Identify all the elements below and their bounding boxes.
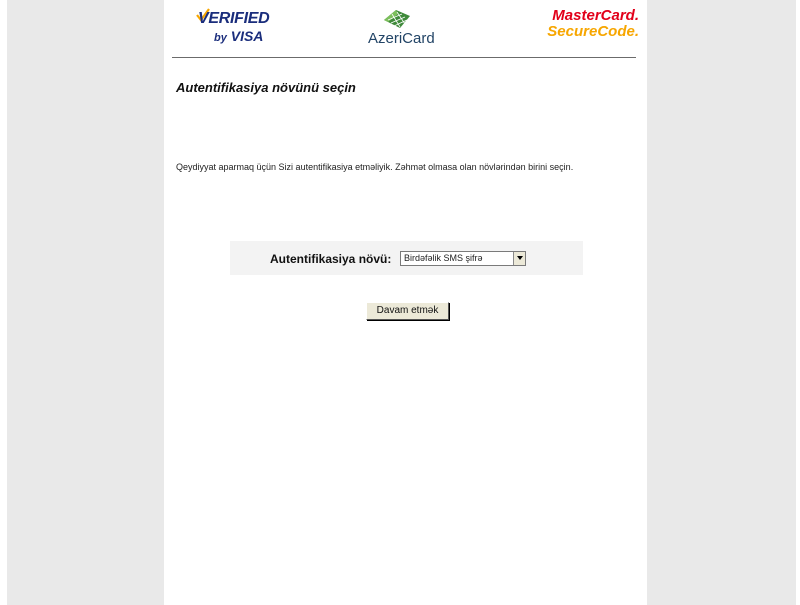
instruction-text: Qeydiyyat aparmaq üçün Sizi autentifikas… — [176, 162, 574, 172]
auth-type-selected-value: Birdəfəlik SMS şifrə — [404, 253, 483, 263]
azericard-logo-text: AzeriCard — [368, 30, 435, 47]
page-container: VERIFIED by VISA AzeriCard MasterCard. S… — [164, 0, 647, 605]
chevron-down-icon[interactable] — [513, 252, 525, 265]
visa-logo-brand: VISA — [230, 28, 264, 44]
auth-type-panel: Autentifikasiya növü: Birdəfəlik SMS şif… — [230, 241, 583, 275]
continue-button[interactable]: Davam etmək — [366, 302, 449, 320]
mastercard-logo-line1: MasterCard. — [552, 7, 639, 24]
logo-header: VERIFIED by VISA AzeriCard MasterCard. S… — [172, 0, 639, 58]
mastercard-logo-line2: SecureCode. — [547, 23, 639, 40]
auth-type-select[interactable]: Birdəfəlik SMS şifrə — [400, 251, 526, 266]
visa-logo-line2: by VISA — [214, 28, 263, 44]
visa-logo-line1: VERIFIED — [198, 10, 270, 27]
visa-logo-by: by — [214, 32, 227, 44]
auth-type-label: Autentifikasiya növü: — [270, 252, 392, 266]
window-left-edge — [0, 0, 7, 605]
page-title: Autentifikasiya növünü seçin — [176, 80, 356, 95]
azericard-emblem-icon — [384, 10, 410, 28]
azericard-logo: AzeriCard — [368, 8, 458, 48]
mastercard-securecode-logo: MasterCard. SecureCode. — [544, 8, 639, 48]
verified-by-visa-logo: VERIFIED by VISA — [196, 8, 278, 48]
window-right-edge — [796, 0, 800, 605]
